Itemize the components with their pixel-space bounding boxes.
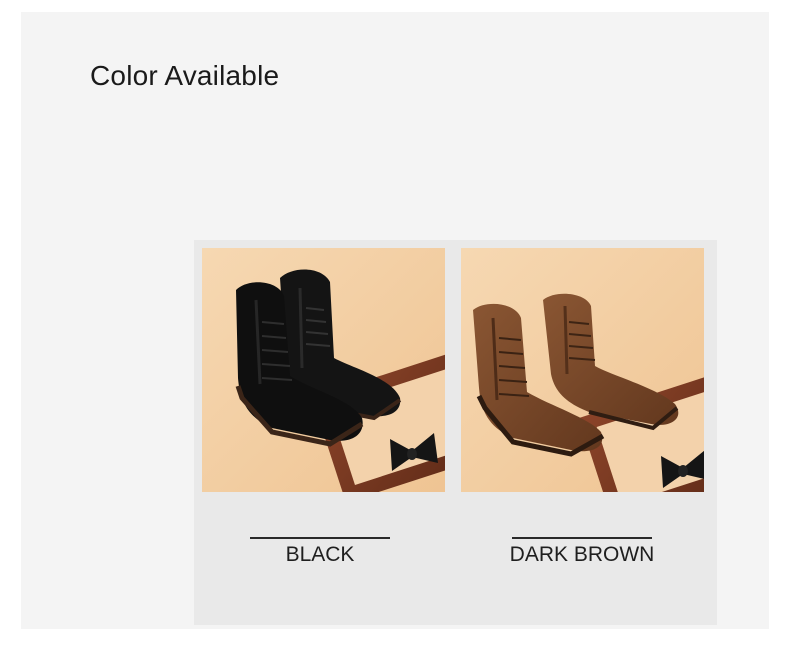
color-option-dark-brown-photo[interactable] bbox=[461, 248, 704, 492]
label-divider bbox=[250, 537, 390, 539]
label-divider bbox=[512, 537, 652, 539]
color-available-section: Color Available BLACK DARK BROWN bbox=[0, 0, 790, 645]
color-name-black: BLACK bbox=[285, 543, 355, 566]
dark-brown-suede-boots-photo bbox=[461, 248, 704, 492]
color-option-black-photo[interactable] bbox=[202, 248, 445, 492]
section-heading: Color Available bbox=[90, 60, 280, 91]
color-name-dark-brown: DARK BROWN bbox=[509, 543, 655, 566]
black-suede-boots-photo bbox=[202, 248, 445, 492]
color-option-black-label: BLACK bbox=[240, 537, 400, 567]
color-option-dark-brown-label: DARK BROWN bbox=[492, 537, 672, 567]
